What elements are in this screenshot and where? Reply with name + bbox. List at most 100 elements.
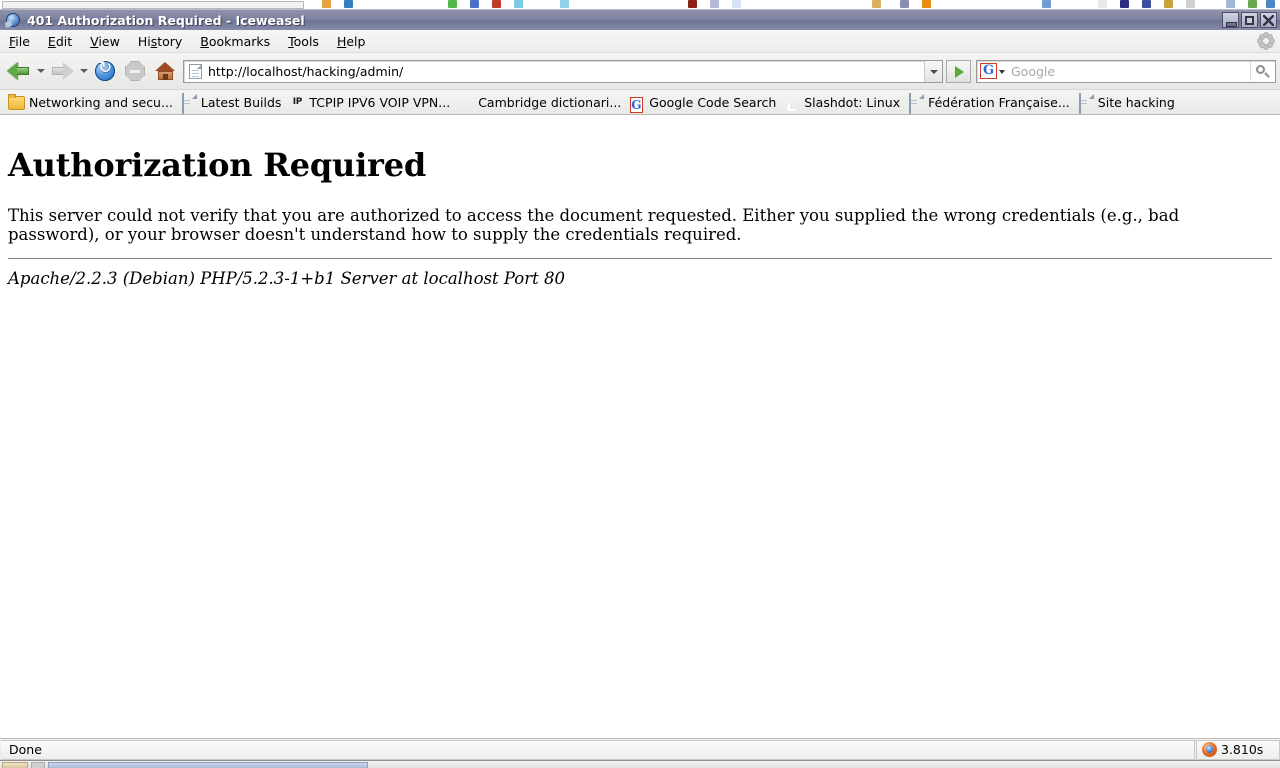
rss-icon	[784, 94, 800, 110]
chevron-down-icon[interactable]	[924, 60, 942, 82]
bookmark-label: Google Code Search	[649, 94, 777, 110]
background-icon	[1164, 0, 1173, 8]
page-load-timer-icon	[1202, 742, 1217, 757]
ip-icon: IP	[292, 97, 303, 107]
status-message-area: Done	[1, 739, 1195, 760]
generic-page-icon	[189, 63, 202, 79]
shield-icon	[458, 94, 474, 110]
throbber-icon	[1258, 33, 1274, 49]
background-icon	[1186, 0, 1195, 8]
background-icon	[560, 0, 569, 8]
browser-screenshot: 401 Authorization Required - Iceweasel F…	[0, 0, 1280, 768]
window-controls	[1222, 12, 1277, 28]
menu-bookmarks[interactable]: Bookmarks	[191, 32, 279, 51]
google-icon: G	[630, 97, 643, 113]
load-timer[interactable]: 3.810s	[1196, 739, 1280, 760]
folder-icon	[8, 94, 25, 110]
search-icon[interactable]	[1250, 61, 1273, 81]
bookmark-label: TCPIP IPV6 VOIP VPN...	[309, 94, 451, 110]
menu-help[interactable]: Help	[328, 32, 375, 51]
page-icon	[181, 93, 197, 114]
close-icon[interactable]	[1260, 12, 1277, 28]
taskbar-launcher[interactable]	[31, 762, 45, 768]
stop-icon	[125, 61, 145, 81]
background-icon	[900, 0, 909, 8]
bookmark-label: Site hacking	[1097, 94, 1175, 110]
home-button[interactable]	[150, 56, 180, 86]
background-icon	[1266, 0, 1275, 8]
reload-icon	[95, 58, 115, 81]
status-bar: Done 3.810s	[0, 738, 1280, 760]
bookmark-label: Slashdot: Linux	[804, 94, 901, 110]
navigation-toolbar: http://localhost/hacking/admin/ G Google	[0, 53, 1280, 90]
background-icon	[448, 0, 457, 8]
menu-edit[interactable]: Edit	[39, 32, 81, 51]
forward-button[interactable]	[47, 56, 77, 86]
google-icon[interactable]: G	[980, 63, 997, 79]
start-menu-button[interactable]	[2, 762, 28, 768]
url-input[interactable]: http://localhost/hacking/admin/	[208, 64, 403, 79]
browser-chrome: File Edit View History Bookmarks Tools H…	[0, 30, 1280, 115]
page-icon	[1078, 93, 1094, 114]
maximize-button[interactable]	[1241, 12, 1258, 28]
menu-history[interactable]: History	[129, 32, 191, 51]
reload-button[interactable]	[90, 56, 120, 86]
background-icon	[1098, 0, 1107, 8]
background-icon	[344, 0, 353, 8]
search-input[interactable]: Google	[1011, 64, 1055, 79]
bookmark-item[interactable]: Latest Builds	[179, 93, 288, 114]
bookmark-item[interactable]: Site hacking	[1076, 93, 1181, 114]
back-button[interactable]	[4, 56, 34, 86]
load-time-text: 3.810s	[1221, 742, 1264, 757]
background-icon	[710, 0, 719, 8]
bookmark-item[interactable]: G Google Code Search	[627, 93, 782, 113]
background-icon	[492, 0, 501, 8]
page-icon	[908, 93, 924, 114]
stop-button[interactable]	[120, 56, 150, 86]
menu-tools[interactable]: Tools	[279, 32, 328, 51]
minimize-button[interactable]	[1222, 12, 1239, 28]
divider	[8, 258, 1272, 259]
window-title: 401 Authorization Required - Iceweasel	[27, 12, 305, 28]
window-titlebar[interactable]: 401 Authorization Required - Iceweasel	[0, 9, 1280, 30]
page-content: Authorization Required This server could…	[0, 126, 1280, 296]
iceweasel-globe-icon	[4, 12, 21, 28]
background-icon	[872, 0, 881, 8]
search-bar[interactable]: G Google	[976, 59, 1276, 83]
menu-file[interactable]: File	[0, 32, 39, 51]
menu-view[interactable]: View	[81, 32, 129, 51]
bookmark-label: Fédération Française...	[928, 94, 1070, 110]
menu-bar: File Edit View History Bookmarks Tools H…	[0, 30, 1280, 53]
bookmark-item[interactable]: Fédération Française...	[906, 93, 1076, 114]
bookmark-label: Cambridge dictionari...	[478, 94, 622, 110]
bookmark-label: Networking and secu...	[29, 94, 173, 110]
background-icon	[732, 0, 741, 8]
background-icon	[1142, 0, 1151, 8]
bookmarks-toolbar: Networking and secu... Latest Builds IP …	[0, 90, 1280, 115]
background-window-toolbar	[2, 1, 304, 9]
background-icon	[688, 0, 697, 8]
bookmark-label: Latest Builds	[200, 94, 282, 110]
error-description: This server could not verify that you ar…	[8, 206, 1180, 244]
background-icon	[1042, 0, 1051, 8]
background-icon	[514, 0, 523, 8]
page-viewport: Authorization Required This server could…	[0, 126, 1280, 738]
back-dropdown-icon[interactable]	[34, 56, 47, 86]
background-icon	[322, 0, 331, 8]
server-signature: Apache/2.2.3 (Debian) PHP/5.2.3-1+b1 Ser…	[8, 269, 565, 288]
status-text: Done	[9, 742, 42, 757]
taskbar-window-button[interactable]	[48, 762, 368, 768]
page-title: Authorization Required	[8, 146, 427, 184]
search-engine-chevron-icon[interactable]	[997, 61, 1009, 81]
go-button[interactable]	[946, 59, 971, 83]
forward-dropdown-icon[interactable]	[77, 56, 90, 86]
bookmark-item[interactable]: Networking and secu...	[6, 93, 179, 111]
background-icon	[470, 0, 479, 8]
bookmark-item[interactable]: IP TCPIP IPV6 VOIP VPN...	[287, 93, 456, 111]
background-icon	[1226, 0, 1235, 8]
desktop-taskbar	[0, 760, 1280, 768]
bookmark-item[interactable]: Cambridge dictionari...	[456, 93, 627, 111]
home-icon	[155, 61, 176, 81]
bookmark-item[interactable]: Slashdot: Linux	[782, 93, 906, 111]
url-bar[interactable]: http://localhost/hacking/admin/	[183, 59, 943, 83]
